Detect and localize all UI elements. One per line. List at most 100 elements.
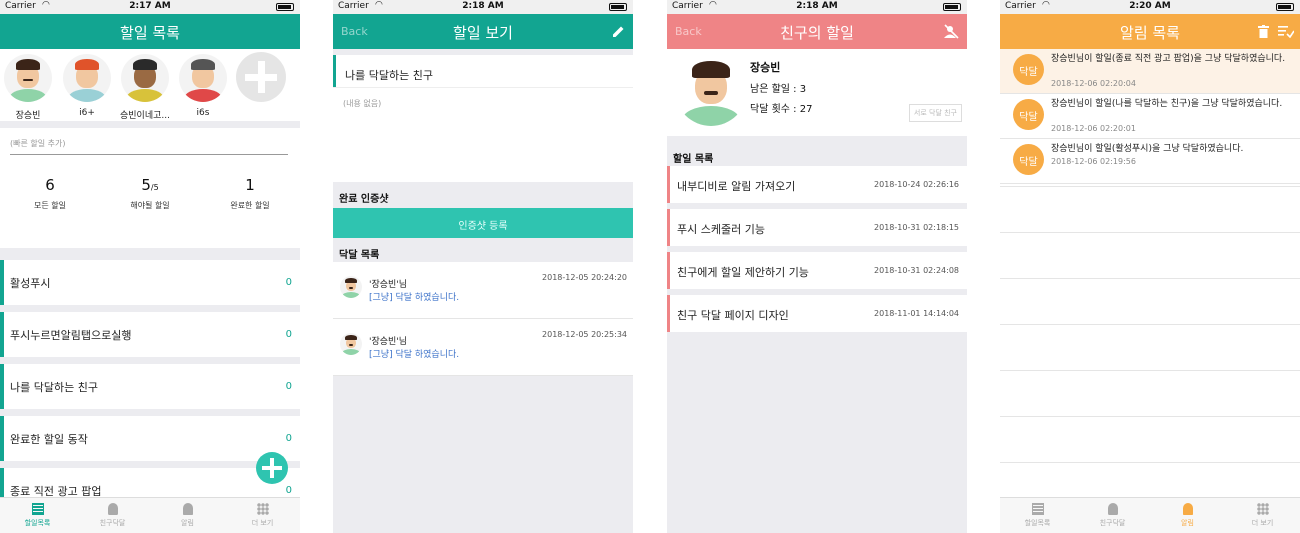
sort-icon[interactable] <box>1278 25 1294 38</box>
add-todo-button[interactable] <box>256 452 288 484</box>
friend-todo-list: 내부디비로 알림 가져오기 2018-10-24 02:26:16 푸시 스케줄러… <box>667 166 967 332</box>
poke-count: 0 <box>285 381 292 392</box>
alert-list: 닥달 장승빈님이 할일(종료 직전 광고 팝업)을 그냥 닥달하였습니다. 20… <box>1000 49 1300 497</box>
stat-done[interactable]: 1 완료한 할일 <box>200 176 300 211</box>
app-badge-icon: 닥달 <box>1013 144 1044 175</box>
register-proof-button[interactable]: 인증샷 등록 <box>333 208 633 238</box>
battery-icon <box>1276 3 1294 11</box>
friend-name: 승빈이네고... <box>120 111 170 121</box>
nav-bar: Back 친구의 할일 <box>667 14 967 49</box>
edit-icon[interactable] <box>611 24 626 39</box>
stat-number: 5 <box>141 176 151 194</box>
list-item[interactable]: 활성푸시 0 <box>0 260 300 305</box>
status-bar: Carrier ◠ 2:18 AM <box>667 0 967 14</box>
todo-list: 활성푸시 0 푸시누르면알림탭으로실행 0 나를 닥달하는 친구 0 완료한 할일 동… <box>0 260 300 513</box>
tab-friend-poke[interactable]: 친구닥달 <box>1075 498 1150 533</box>
todo-detail-screen: Carrier ◠ 2:18 AM Back 할일 보기 나를 닥달하는 친구 … <box>333 0 633 533</box>
status-bar: Carrier ◠ 2:18 AM <box>333 0 633 14</box>
list-item[interactable]: 나를 닥달하는 친구 0 <box>0 364 300 409</box>
clock: 2:18 AM <box>462 1 504 11</box>
stat-all[interactable]: 6 모든 할일 <box>0 176 100 211</box>
friend-avatar-2[interactable]: i6+ <box>62 54 112 118</box>
list-item[interactable]: 내부디비로 알림 가져오기 2018-10-24 02:26:16 <box>667 166 967 203</box>
alert-text: 장승빈님이 할일(나를 닥달하는 친구)을 그냥 닥달하였습니다. <box>1051 99 1283 109</box>
page-title: 알림 목록 <box>1120 24 1180 42</box>
list-item[interactable]: 푸시누르면알림탭으로실행 0 <box>0 312 300 357</box>
tab-more[interactable]: 더 보기 <box>225 498 300 533</box>
avatar <box>179 54 227 102</box>
battery-icon <box>943 3 961 11</box>
tab-alerts[interactable]: 알림 <box>150 498 225 533</box>
todo-title: 내부디비로 알림 가져오기 <box>677 180 796 193</box>
avatar <box>340 276 362 298</box>
todo-date: 2018-10-31 02:24:08 <box>874 266 959 275</box>
todo-title: 나를 닥달하는 친구 <box>10 381 98 394</box>
quick-add-input[interactable]: (빠른 할일 추가) <box>10 138 288 155</box>
todo-title: 친구에게 할일 제안하기 기능 <box>677 266 809 279</box>
stat-label: 해야될 할일 <box>130 201 170 210</box>
avatar <box>340 333 362 355</box>
friend-avatar-3[interactable]: 승빈이네고... <box>120 54 170 121</box>
tab-more[interactable]: 더 보기 <box>1225 498 1300 533</box>
tab-label: 할일목록 <box>1024 519 1051 527</box>
tab-label: 알림 <box>181 519 194 527</box>
stat-denominator: /5 <box>150 183 159 192</box>
friend-avatar-4[interactable]: i6s <box>178 54 228 118</box>
list-item[interactable]: 푸시 스케줄러 기능 2018-10-31 02:18:15 <box>667 209 967 246</box>
todo-title: 푸시누르면알림탭으로실행 <box>10 329 132 342</box>
remove-friend-icon[interactable] <box>943 23 960 40</box>
trash-icon[interactable] <box>1258 25 1269 38</box>
list-header: 할일 목록 <box>667 142 967 166</box>
clock: 2:18 AM <box>796 1 838 11</box>
friend-todo-screen: Carrier ◠ 2:18 AM Back 친구의 할일 장승빈 남은 할일 … <box>667 0 967 533</box>
list-icon <box>31 503 44 515</box>
page-title: 친구의 할일 <box>780 24 854 42</box>
tab-friend-poke[interactable]: 친구닥달 <box>75 498 150 533</box>
avatar <box>4 54 52 102</box>
friend-strip: 장승빈 i6+ 승빈이네고... i6s <box>0 49 300 121</box>
tab-alerts[interactable]: 알림 <box>1150 498 1225 533</box>
list-item[interactable]: 완료한 할일 동작 0 <box>0 416 300 461</box>
avatar <box>63 54 111 102</box>
poke-sender: '장승빈'님 <box>369 337 408 347</box>
friend-avatar-1[interactable]: 장승빈 <box>3 54 53 121</box>
clock: 2:17 AM <box>129 1 171 11</box>
poke-date: 2018-12-05 20:24:20 <box>542 273 627 282</box>
tab-bar: 할일목록 친구닥달 알림 더 보기 <box>0 497 300 533</box>
bell-icon <box>1182 503 1193 515</box>
tab-label: 더 보기 <box>251 519 274 527</box>
tab-todo-list[interactable]: 할일목록 <box>1000 498 1075 533</box>
mutual-friend-button[interactable]: 서로 닥달 친구 <box>908 104 962 122</box>
friend-name: 장승빈 <box>15 111 41 121</box>
stat-label: 모든 할일 <box>34 201 66 210</box>
list-item[interactable]: 친구에게 할일 제안하기 기능 2018-10-31 02:24:08 <box>667 252 967 289</box>
user-icon <box>107 503 118 515</box>
alert-text: 장승빈님이 할일(종료 직전 광고 팝업)을 그냥 닥달하였습니다. <box>1051 54 1286 64</box>
list-item[interactable]: 닥달 장승빈님이 할일(나를 닥달하는 친구)을 그냥 닥달하였습니다. 201… <box>1000 94 1300 139</box>
list-item[interactable]: 닥달 장승빈님이 할일(활성푸시)을 그냥 닥달하였습니다. 2018-12-0… <box>1000 139 1300 184</box>
clock: 2:20 AM <box>1129 1 1171 11</box>
stats-row: 6 모든 할일 5/5 해야될 할일 1 완료한 할일 <box>0 176 300 211</box>
tab-todo-list[interactable]: 할일목록 <box>0 498 75 533</box>
app-badge-icon: 닥달 <box>1013 99 1044 130</box>
friend-name: i6s <box>196 108 210 118</box>
list-item[interactable]: 닥달 장승빈님이 할일(종료 직전 광고 팝업)을 그냥 닥달하였습니다. 20… <box>1000 49 1300 94</box>
friend-profile: 장승빈 남은 할일 : 3 닥달 횟수 : 27 서로 닥달 친구 <box>667 49 967 136</box>
page-title: 할일 목록 <box>120 24 180 42</box>
poke-message: [그냥] 닥달 하였습니다. <box>369 293 460 303</box>
todo-title: 활성푸시 <box>10 277 51 290</box>
alert-date: 2018-12-06 02:20:01 <box>1051 124 1136 133</box>
friend-name: 장승빈 <box>750 61 781 74</box>
grid-icon <box>256 503 269 515</box>
poke-message: [그냥] 닥달 하였습니다. <box>369 350 460 360</box>
list-item[interactable]: 친구 닥달 페이지 디자인 2018-11-01 14:14:04 <box>667 295 967 332</box>
tab-label: 알림 <box>1181 519 1194 527</box>
remaining-count: 남은 할일 : 3 <box>750 84 807 95</box>
stat-todo[interactable]: 5/5 해야될 할일 <box>100 176 200 211</box>
add-friend-icon[interactable] <box>236 52 286 102</box>
avatar <box>121 54 169 102</box>
todo-date: 2018-11-01 14:14:04 <box>874 309 959 318</box>
friend-name: i6+ <box>79 108 95 118</box>
nav-bar: 알림 목록 <box>1000 14 1300 49</box>
nav-bar: Back 할일 보기 <box>333 14 633 49</box>
